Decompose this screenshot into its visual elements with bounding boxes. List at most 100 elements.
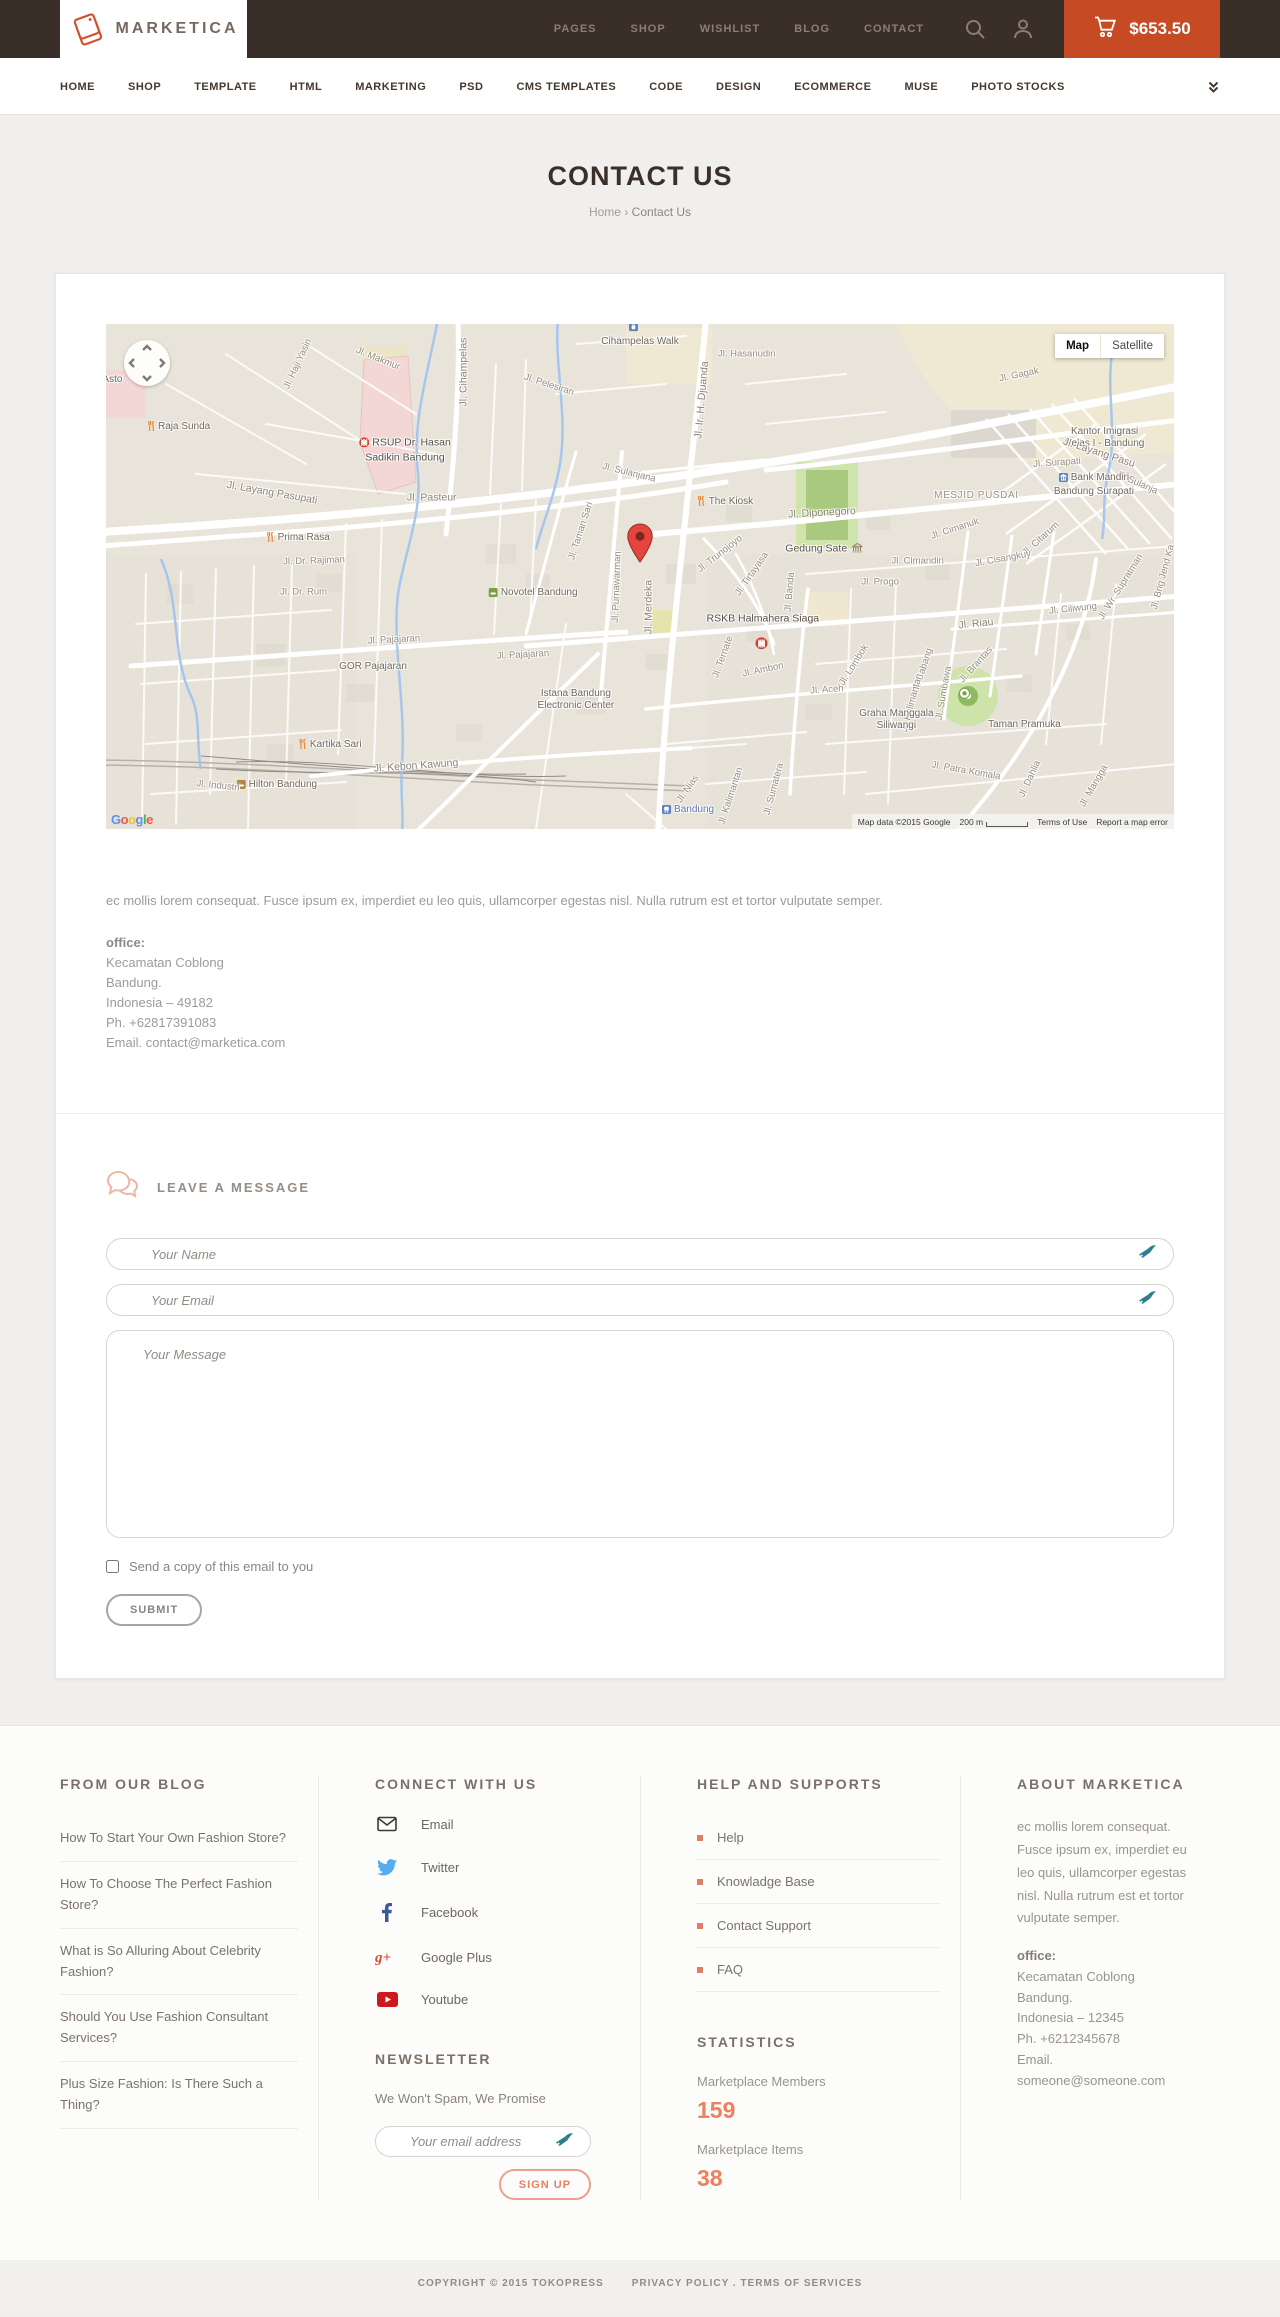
- map-label: Jl. Trunojoyo: [695, 532, 745, 575]
- user-icon[interactable]: [1012, 18, 1034, 40]
- nav-more-chevron-icon[interactable]: [1207, 80, 1220, 94]
- cart-button[interactable]: $653.50: [1064, 0, 1220, 58]
- top-header: MARKETICA PAGES SHOP WISHLIST BLOG CONTA…: [0, 0, 1280, 58]
- google-logo: Google: [111, 812, 153, 827]
- form-heading: LEAVE A MESSAGE: [157, 1179, 311, 1195]
- map-label: Jl. Taman Sari: [566, 500, 596, 562]
- blog-post-link[interactable]: Plus Size Fashion: Is There Such a Thing…: [60, 2062, 298, 2129]
- message-textarea[interactable]: [106, 1330, 1174, 1539]
- nav-item-photo-stocks[interactable]: PHOTO STOCKS: [971, 81, 1065, 93]
- satellite-view-button[interactable]: Satellite: [1101, 334, 1164, 358]
- privacy-policy-link[interactable]: PRIVACY POLICY: [632, 2278, 729, 2289]
- blog-post-link[interactable]: Should You Use Fashion Consultant Servic…: [60, 1995, 298, 2062]
- brand-logo[interactable]: MARKETICA: [60, 0, 247, 58]
- map-label: Jl. Pajajaran: [367, 632, 421, 647]
- nav-item-psd[interactable]: PSD: [459, 81, 483, 93]
- breadcrumb-home-link[interactable]: Home: [589, 205, 621, 219]
- send-copy-checkbox[interactable]: [106, 1560, 119, 1574]
- map-label: Jl. Nias: [674, 772, 702, 805]
- nav-item-html[interactable]: HTML: [290, 81, 323, 93]
- map-label: Jl. Pelesiran: [522, 371, 576, 398]
- map-label: Jl. Ciliwung: [1048, 601, 1097, 618]
- terms-of-services-link[interactable]: TERMS OF SERVICES: [740, 2278, 862, 2289]
- map-label: Jl. Pasteur: [406, 491, 457, 504]
- nav-item-home[interactable]: HOME: [60, 81, 95, 93]
- office-line: Indonesia – 12345: [1017, 2010, 1124, 2026]
- map-marker-icon: [627, 522, 654, 569]
- office-line: Ph. +62817391083: [106, 1015, 217, 1031]
- help-link[interactable]: Knowladge Base: [697, 1860, 940, 1905]
- connect-heading: CONNECT WITH US: [375, 1776, 538, 1793]
- social-link-twitter[interactable]: Twitter: [375, 1859, 620, 1876]
- topnav-item-shop[interactable]: SHOP: [631, 23, 666, 35]
- blog-post-link[interactable]: What is So Alluring About Celebrity Fash…: [60, 1929, 298, 1996]
- office-block: office: Kecamatan Coblong Bandung. Indon…: [106, 933, 1174, 1054]
- social-link-google-plus[interactable]: g+ Google Plus: [375, 1949, 620, 1966]
- youtube-icon: [375, 1992, 399, 2008]
- map-label: Prima Rasa: [267, 531, 330, 546]
- office-line: Indonesia – 49182: [106, 994, 213, 1010]
- help-link[interactable]: FAQ: [697, 1948, 940, 1993]
- map-label: Jl. Riau: [958, 616, 995, 632]
- main-nav: HOME SHOP TEMPLATE HTML MARKETING PSD CM…: [0, 58, 1280, 115]
- hotel-map-icon: [488, 588, 498, 601]
- map-label: Jl. Dr. Rajiman: [283, 554, 346, 568]
- contact-form: LEAVE A MESSAGE Send a copy of this emai…: [56, 1114, 1224, 1678]
- map-label: Jl. Sulanjana: [601, 460, 658, 485]
- map-label: Jl. Haji Yasin: [281, 337, 315, 392]
- help-link[interactable]: Help: [697, 1816, 940, 1861]
- nav-item-marketing[interactable]: MARKETING: [355, 81, 426, 93]
- nav-item-code[interactable]: CODE: [649, 81, 683, 93]
- email-input[interactable]: [106, 1284, 1174, 1317]
- footer: FROM OUR BLOG How To Start Your Own Fash…: [0, 1725, 1280, 2261]
- bank-map-icon: [1058, 472, 1068, 486]
- map-label: Jl. Dr. Rum: [280, 585, 328, 597]
- map-label: Jl. Banda: [782, 571, 797, 612]
- cart-icon: [1093, 16, 1117, 43]
- nav-item-ecommerce[interactable]: ECOMMERCE: [794, 81, 871, 93]
- map-label: [850, 542, 865, 555]
- map-label: Hilton Bandung: [236, 779, 317, 793]
- bullet-icon: [697, 1922, 703, 1929]
- map-label: Jl. Brantas: [957, 644, 996, 686]
- content-card: Cihampelas Walk Jl. Hasanudin Jl. Haji Yas…: [55, 273, 1225, 1680]
- map-label: Jl. Purnawarman: [609, 550, 624, 623]
- map-label: Bank Mandiri Bandung Surapati: [1053, 471, 1134, 497]
- blog-heading: FROM OUR BLOG: [60, 1776, 207, 1793]
- submit-button[interactable]: SUBMIT: [106, 1594, 203, 1627]
- map-label: Cihampelas Walk: [601, 335, 679, 347]
- social-link-youtube[interactable]: Youtube: [375, 1992, 620, 2008]
- office-line: Ph. +6212345678: [1017, 2031, 1121, 2047]
- topnav-item-blog[interactable]: BLOG: [794, 23, 830, 35]
- signup-button[interactable]: SIGN UP: [498, 2169, 591, 2201]
- blog-post-link[interactable]: How To Start Your Own Fashion Store?: [60, 1816, 298, 1863]
- report-map-error-link[interactable]: Report a map error: [1096, 817, 1168, 827]
- google-map[interactable]: Cihampelas Walk Jl. Hasanudin Jl. Haji Yas…: [106, 324, 1174, 829]
- nav-item-cms-templates[interactable]: CMS TEMPLATES: [516, 81, 616, 93]
- page-title: CONTACT US: [547, 161, 733, 191]
- search-icon[interactable]: [964, 18, 986, 40]
- topnav-item-contact[interactable]: CONTACT: [864, 23, 924, 35]
- stat-items-value: 38: [697, 2165, 723, 2192]
- map-pan-control[interactable]: [124, 340, 170, 386]
- office-line: Email. someone@someone.com: [1017, 2052, 1166, 2088]
- nav-item-template[interactable]: TEMPLATE: [194, 81, 256, 93]
- map-label: Bandung: [662, 804, 714, 818]
- help-link[interactable]: Contact Support: [697, 1904, 940, 1949]
- name-input[interactable]: [106, 1238, 1174, 1271]
- nav-item-muse[interactable]: MUSE: [904, 81, 938, 93]
- footer-connect-column: CONNECT WITH US Email Twitter Facebook g…: [318, 1776, 640, 2201]
- map-view-button[interactable]: Map: [1055, 334, 1101, 358]
- newsletter-email-input[interactable]: [375, 2126, 591, 2158]
- map-scalebar: [986, 821, 1029, 827]
- topnav-item-wishlist[interactable]: WISHLIST: [700, 23, 761, 35]
- social-link-email[interactable]: Email: [375, 1816, 620, 1832]
- topnav-item-pages[interactable]: PAGES: [554, 23, 597, 35]
- blog-post-link[interactable]: How To Choose The Perfect Fashion Store?: [60, 1862, 298, 1929]
- nav-item-shop[interactable]: SHOP: [128, 81, 161, 93]
- nav-item-design[interactable]: DESIGN: [716, 81, 761, 93]
- social-link-facebook[interactable]: Facebook: [375, 1903, 620, 1923]
- terms-of-use-link[interactable]: Terms of Use: [1037, 817, 1087, 827]
- map-label: Jl. Kebon Kawung: [373, 756, 459, 775]
- map-data-text: Map data ©2015 Google: [857, 816, 951, 827]
